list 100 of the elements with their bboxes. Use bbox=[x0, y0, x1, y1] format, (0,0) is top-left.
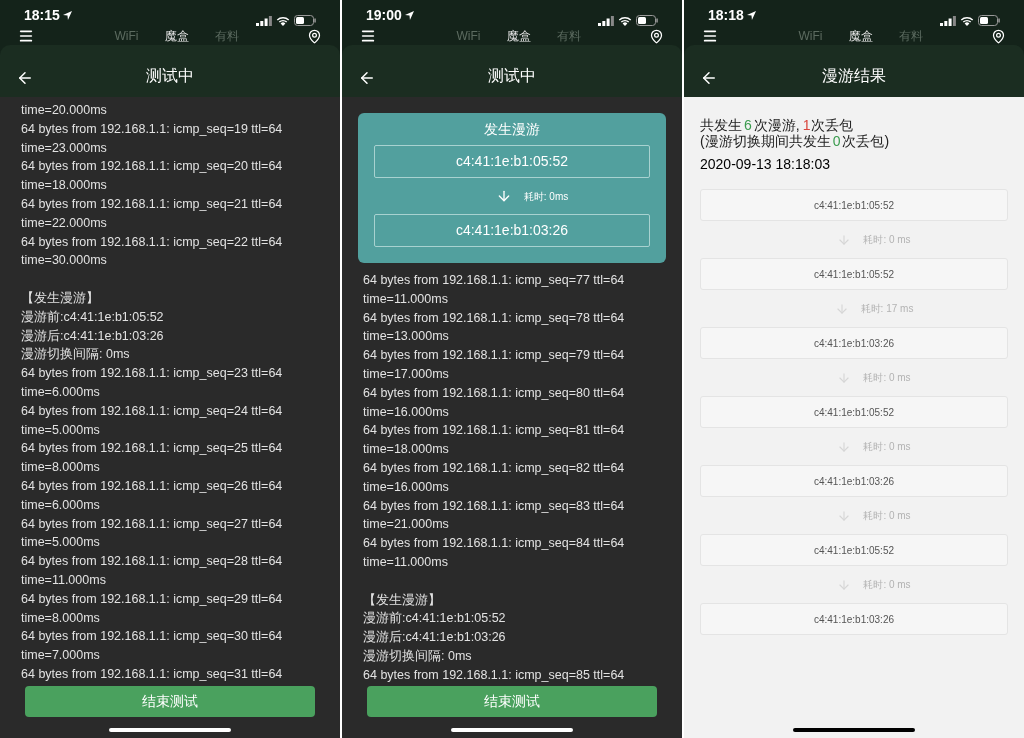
log-line: 64 bytes from 192.168.1.1: icmp_seq=31 ttl=64 bbox=[21, 665, 283, 683]
log-line: time=5.000ms bbox=[21, 421, 100, 439]
log-line: 漫游后:c4:41:1e:b1:03:26 bbox=[363, 629, 506, 647]
dialog-title: 发生漫游 bbox=[484, 120, 540, 139]
log-line: 64 bytes from 192.168.1.1: icmp_seq=19 ttl=64 bbox=[21, 120, 283, 138]
status-time: 18:18 bbox=[708, 6, 744, 25]
log-line: 漫游前:c4:41:1e:b1:05:52 bbox=[363, 610, 506, 628]
nav-tab[interactable]: WiFi bbox=[456, 29, 481, 43]
mac-card: c4:41:1e:b1:03:26 bbox=[700, 603, 1008, 635]
log-line: 64 bytes from 192.168.1.1: icmp_seq=21 ttl=64 bbox=[21, 196, 283, 213]
log-line: 64 bytes from 192.168.1.1: icmp_seq=25 ttl=64 bbox=[21, 440, 283, 458]
battery-icon bbox=[294, 15, 316, 26]
log-line: 64 bytes from 192.168.1.1: icmp_seq=78 ttl=64 bbox=[363, 309, 625, 327]
mac-card: c4:41:1e:b1:03:26 bbox=[700, 465, 1008, 497]
back-icon[interactable] bbox=[358, 69, 376, 87]
mac-card: c4:41:1e:b1:05:52 bbox=[700, 534, 1008, 566]
log-line: 64 bytes from 192.168.1.1: icmp_seq=85 ttl=64 bbox=[363, 666, 625, 684]
location-arrow-icon bbox=[746, 11, 756, 20]
log-line: time=11.000ms bbox=[363, 553, 448, 571]
mac-card: c4:41:1e:b1:05:52 bbox=[700, 189, 1008, 221]
mac-card: c4:41:1e:b1:05:52 bbox=[700, 396, 1008, 428]
log-line: time=16.000ms bbox=[363, 403, 449, 421]
wifi-icon bbox=[276, 15, 290, 26]
log-line: 64 bytes from 192.168.1.1: icmp_seq=20 ttl=64 bbox=[21, 158, 283, 176]
log-line: 【发生漫游】 bbox=[363, 591, 441, 609]
page-title: 测试中 bbox=[488, 66, 536, 86]
back-icon[interactable] bbox=[16, 69, 34, 87]
log-line: time=11.000ms bbox=[21, 571, 106, 589]
location-pin-icon[interactable] bbox=[991, 28, 1006, 44]
log-line: 64 bytes from 192.168.1.1: icmp_seq=29 ttl=64 bbox=[21, 590, 283, 608]
log-line: time=21.000ms bbox=[363, 516, 449, 534]
mac-address: c4:41:1e:b1:03:26 bbox=[374, 214, 650, 247]
status-time: 19:00 bbox=[366, 6, 402, 25]
nav-tab[interactable]: WiFi bbox=[114, 29, 139, 43]
end-test-button[interactable]: 结束测试 bbox=[367, 686, 657, 717]
location-arrow-icon bbox=[404, 11, 414, 20]
log-line: 64 bytes from 192.168.1.1: icmp_seq=81 ttl=64 bbox=[363, 422, 625, 440]
log-line: time=30.000ms bbox=[21, 252, 107, 270]
summary-detail: (漫游切换期间共发生0次丢包) bbox=[700, 133, 891, 149]
log-line: 64 bytes from 192.168.1.1: icmp_seq=30 ttl=64 bbox=[21, 628, 283, 646]
log-line: 64 bytes from 192.168.1.1: icmp_seq=24 ttl=64 bbox=[21, 402, 283, 420]
log-line: 64 bytes from 192.168.1.1: icmp_seq=84 ttl=64 bbox=[363, 535, 625, 553]
log-line: 【发生漫游】 bbox=[21, 289, 99, 307]
log-line: 64 bytes from 192.168.1.1: icmp_seq=27 ttl=64 bbox=[21, 515, 283, 533]
log-line: 64 bytes from 192.168.1.1: icmp_seq=23 ttl=64 bbox=[21, 365, 283, 383]
log-line: 64 bytes from 192.168.1.1: icmp_seq=83 ttl=64 bbox=[363, 497, 625, 515]
log-line: time=20.000ms bbox=[21, 102, 107, 119]
log-line: time=18.000ms bbox=[363, 441, 449, 459]
signal-icon bbox=[256, 15, 272, 26]
log-line: 64 bytes from 192.168.1.1: icmp_seq=82 ttl=64 bbox=[363, 459, 625, 477]
log-line: time=18.000ms bbox=[21, 177, 107, 195]
mac-card: c4:41:1e:b1:03:26 bbox=[700, 327, 1008, 359]
log-line: 64 bytes from 192.168.1.1: icmp_seq=28 ttl=64 bbox=[21, 553, 283, 571]
page-title: 漫游结果 bbox=[822, 66, 886, 86]
log-line: 64 bytes from 192.168.1.1: icmp_seq=79 ttl=64 bbox=[363, 347, 625, 365]
elapsed-time: 耗时: 0ms bbox=[523, 189, 569, 204]
nav-tab[interactable]: 有料 bbox=[214, 29, 239, 43]
nav-tab[interactable]: 魔盒 bbox=[848, 29, 873, 43]
log-line: time=5.000ms bbox=[21, 534, 100, 552]
log-line: time=6.000ms bbox=[21, 496, 100, 514]
mac-address: c4:41:1e:b1:05:52 bbox=[374, 145, 650, 178]
log-line: 64 bytes from 192.168.1.1: icmp_seq=26 ttl=64 bbox=[21, 477, 283, 495]
battery-icon bbox=[978, 15, 1000, 26]
log-line: time=23.000ms bbox=[21, 139, 107, 157]
menu-icon[interactable] bbox=[18, 28, 34, 44]
log-line: time=13.000ms bbox=[363, 328, 449, 346]
nav-tab[interactable]: 魔盒 bbox=[164, 29, 189, 43]
log-line: time=16.000ms bbox=[363, 478, 449, 496]
log-line: 64 bytes from 192.168.1.1: icmp_seq=80 ttl=64 bbox=[363, 384, 625, 402]
nav-tab[interactable]: WiFi bbox=[798, 29, 823, 43]
wifi-icon bbox=[960, 15, 974, 26]
signal-icon bbox=[940, 15, 956, 26]
log-line: 漫游切换间隔: 0ms bbox=[363, 647, 472, 665]
mac-card: c4:41:1e:b1:05:52 bbox=[700, 258, 1008, 290]
location-pin-icon[interactable] bbox=[307, 28, 322, 44]
summary-text: 共发生6 次漫游, 1次丢包 bbox=[700, 117, 855, 133]
result-date: 2020-09-13 18:18:03 bbox=[700, 156, 830, 172]
log-line: 漫游后:c4:41:1e:b1:03:26 bbox=[21, 327, 164, 345]
nav-tab[interactable]: 魔盒 bbox=[506, 29, 531, 43]
nav-tab[interactable]: 有料 bbox=[556, 29, 581, 43]
log-line: 漫游前:c4:41:1e:b1:05:52 bbox=[21, 308, 164, 326]
log-line: time=11.000ms bbox=[363, 290, 448, 308]
menu-icon[interactable] bbox=[360, 28, 376, 44]
log-line: time=8.000ms bbox=[21, 609, 100, 627]
log-line: time=22.000ms bbox=[21, 214, 107, 232]
wifi-icon bbox=[618, 15, 632, 26]
end-test-button[interactable]: 结束测试 bbox=[25, 686, 315, 717]
signal-icon bbox=[598, 15, 614, 26]
menu-icon[interactable] bbox=[702, 28, 718, 44]
status-time: 18:15 bbox=[24, 6, 60, 25]
log-line: time=17.000ms bbox=[363, 366, 449, 383]
log-line: time=8.000ms bbox=[21, 459, 100, 477]
log-line: time=7.000ms bbox=[21, 647, 100, 665]
location-pin-icon[interactable] bbox=[649, 28, 664, 44]
log-line: 64 bytes from 192.168.1.1: icmp_seq=22 ttl=64 bbox=[21, 233, 283, 251]
log-line: 64 bytes from 192.168.1.1: icmp_seq=77 ttl=64 bbox=[363, 272, 625, 289]
nav-tab[interactable]: 有料 bbox=[898, 29, 923, 43]
location-arrow-icon bbox=[62, 11, 72, 20]
page-title: 测试中 bbox=[146, 66, 194, 86]
back-icon[interactable] bbox=[700, 69, 718, 87]
